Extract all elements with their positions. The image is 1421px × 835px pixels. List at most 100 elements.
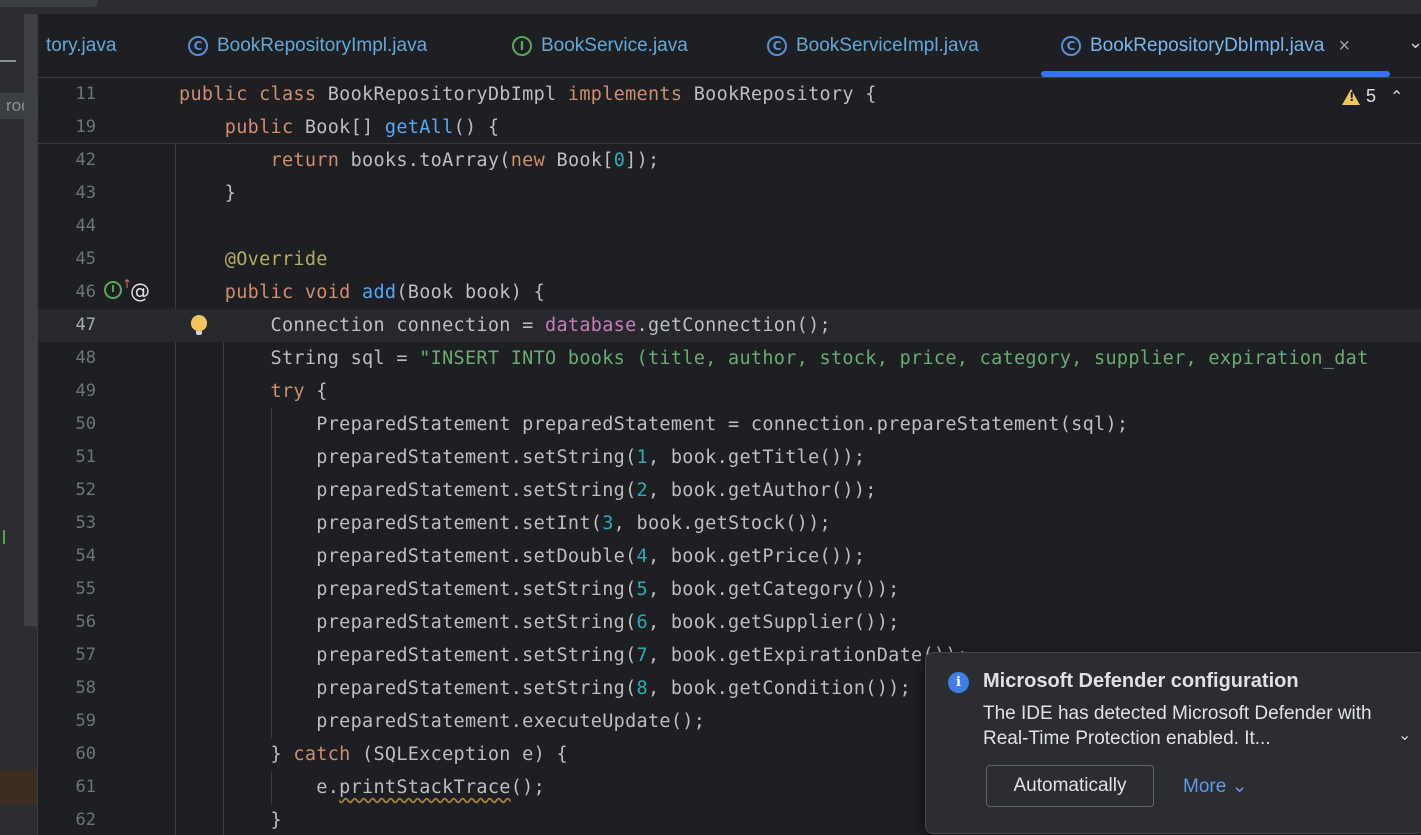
- tab-book-service-impl[interactable]: C BookServiceImpl.java: [767, 14, 979, 78]
- code-line[interactable]: 51 preparedStatement.setString(1, book.g…: [38, 441, 1421, 474]
- project-selected-item[interactable]: [0, 770, 37, 805]
- line-number: 51: [75, 447, 96, 467]
- class-icon: C: [188, 36, 208, 56]
- code-line[interactable]: 53 preparedStatement.setInt(3, book.getS…: [38, 507, 1421, 540]
- interface-icon: I: [512, 36, 532, 56]
- line-number: 60: [75, 744, 96, 764]
- more-link-label: More: [1183, 776, 1227, 797]
- minimize-icon[interactable]: [0, 60, 16, 62]
- code-line[interactable]: 45 @Override: [38, 243, 1421, 276]
- line-number: 48: [75, 348, 96, 368]
- code-line[interactable]: 19 public Book[] getAll() {: [38, 111, 1421, 144]
- warnings-count: 5: [1366, 86, 1377, 106]
- chevron-down-icon: ⌄: [1231, 776, 1248, 797]
- line-number: 44: [75, 216, 96, 236]
- line-number: 61: [75, 777, 96, 797]
- code-text: return books.toArray(new Book[0]);: [270, 150, 660, 171]
- automatically-button[interactable]: Automatically: [986, 765, 1154, 807]
- code-line[interactable]: 49 try {: [38, 375, 1421, 408]
- code-text: preparedStatement.setString(6, book.getS…: [179, 612, 900, 633]
- line-number: 19: [75, 117, 96, 137]
- close-icon[interactable]: ×: [1338, 35, 1350, 58]
- code-text: preparedStatement.setString(2, book.getA…: [179, 480, 877, 501]
- chevron-up-icon[interactable]: ⌃: [1390, 87, 1403, 107]
- code-text: Connection connection = database.getConn…: [179, 315, 831, 336]
- code-text: preparedStatement.setDouble(4, book.getP…: [179, 546, 866, 567]
- class-icon: C: [1061, 36, 1081, 56]
- code-line[interactable]: 54 preparedStatement.setDouble(4, book.g…: [38, 540, 1421, 573]
- code-text: try {: [270, 381, 328, 402]
- line-number: 54: [75, 546, 96, 566]
- line-number: 52: [75, 480, 96, 500]
- implements-method-icon[interactable]: I: [104, 281, 122, 299]
- project-panel-scrollbar[interactable]: [24, 14, 37, 626]
- code-line[interactable]: 44: [38, 210, 1421, 243]
- code-text: PreparedStatement preparedStatement = co…: [179, 414, 1129, 435]
- project-panel[interactable]: roo: [0, 14, 38, 835]
- code-line-current[interactable]: 47 Connection connection = database.getC…: [38, 309, 1421, 342]
- active-tab-indicator: [1041, 71, 1390, 77]
- code-line[interactable]: 55 preparedStatement.setString(5, book.g…: [38, 573, 1421, 606]
- notification-title: Microsoft Defender configuration: [983, 670, 1299, 692]
- code-text: public void add(Book book) {: [224, 282, 546, 303]
- tab-book-repository-impl[interactable]: C BookRepositoryImpl.java: [188, 14, 427, 78]
- code-line[interactable]: 42 return books.toArray(new Book[0]);: [38, 144, 1421, 177]
- more-link[interactable]: More ⌄: [1183, 775, 1248, 798]
- tab-repository[interactable]: tory.java: [46, 14, 116, 78]
- tab-label: BookRepositoryImpl.java: [217, 35, 428, 56]
- line-number: 58: [75, 678, 96, 698]
- warning-icon: [1342, 88, 1360, 105]
- at-sign-icon[interactable]: @: [130, 279, 150, 303]
- code-line[interactable]: 43 }: [38, 177, 1421, 210]
- tab-label: tory.java: [46, 35, 117, 56]
- code-line[interactable]: 52 preparedStatement.setString(2, book.g…: [38, 474, 1421, 507]
- info-icon: i: [948, 672, 969, 693]
- code-text: }: [179, 183, 237, 204]
- notification-body: The IDE has detected Microsoft Defender …: [983, 703, 1372, 749]
- code-text: } catch (SQLException e) {: [179, 744, 568, 765]
- code-line[interactable]: 11 public class BookRepositoryDbImpl imp…: [38, 78, 1421, 111]
- code-text: preparedStatement.executeUpdate();: [179, 711, 706, 732]
- line-number: 50: [75, 414, 96, 434]
- chevron-down-icon[interactable]: ⌄: [1408, 32, 1421, 53]
- line-number: 47: [75, 315, 96, 335]
- code-line[interactable]: 46 I ↑ @ public void add(Book book) {: [38, 276, 1421, 309]
- tab-label: BookService.java: [541, 35, 688, 56]
- line-number: 46: [75, 282, 96, 302]
- tab-label: BookServiceImpl.java: [796, 35, 979, 56]
- tab-label: BookRepositoryDbImpl.java: [1090, 35, 1325, 56]
- code-text: preparedStatement.setInt(3, book.getStoc…: [179, 513, 831, 534]
- line-number: 53: [75, 513, 96, 533]
- code-line[interactable]: 48 String sql = "INSERT INTO books (titl…: [38, 342, 1421, 375]
- line-number: 57: [75, 645, 96, 665]
- line-number: 55: [75, 579, 96, 599]
- title-strip: [0, 0, 1421, 14]
- code-text: preparedStatement.setString(5, book.getC…: [179, 579, 900, 600]
- editor-tab-bar: tory.java C BookRepositoryImpl.java I Bo…: [38, 14, 1421, 78]
- tab-book-service[interactable]: I BookService.java: [512, 14, 688, 78]
- code-line[interactable]: 50 PreparedStatement preparedStatement =…: [38, 408, 1421, 441]
- line-number: 45: [75, 249, 96, 269]
- code-text: e.printStackTrace();: [179, 777, 546, 798]
- title-strip-handle: [0, 0, 98, 7]
- code-text: preparedStatement.setString(7, book.getE…: [179, 645, 969, 666]
- line-number: 62: [75, 810, 96, 830]
- code-text: public Book[] getAll() {: [224, 117, 500, 138]
- line-number: 56: [75, 612, 96, 632]
- line-number: 42: [75, 150, 96, 170]
- code-text: public class BookRepositoryDbImpl implem…: [179, 84, 877, 105]
- code-text: preparedStatement.setString(8, book.getC…: [179, 678, 912, 699]
- line-number: 43: [75, 183, 96, 203]
- tab-book-repository-db-impl[interactable]: C BookRepositoryDbImpl.java ×: [1061, 14, 1350, 78]
- class-icon: C: [767, 36, 787, 56]
- chevron-down-icon[interactable]: ⌄: [1398, 725, 1411, 745]
- code-line[interactable]: 56 preparedStatement.setString(6, book.g…: [38, 606, 1421, 639]
- inspection-widget[interactable]: 5 ⌃: [1342, 86, 1403, 107]
- line-number: 49: [75, 381, 96, 401]
- code-text: preparedStatement.setString(1, book.getT…: [179, 447, 866, 468]
- defender-notification[interactable]: i Microsoft Defender configuration The I…: [925, 652, 1421, 834]
- code-text: }: [179, 810, 282, 831]
- code-text: String sql = "INSERT INTO books (title, …: [179, 348, 1369, 369]
- vcs-change-marker: [3, 530, 5, 544]
- code-text: @Override: [224, 249, 328, 270]
